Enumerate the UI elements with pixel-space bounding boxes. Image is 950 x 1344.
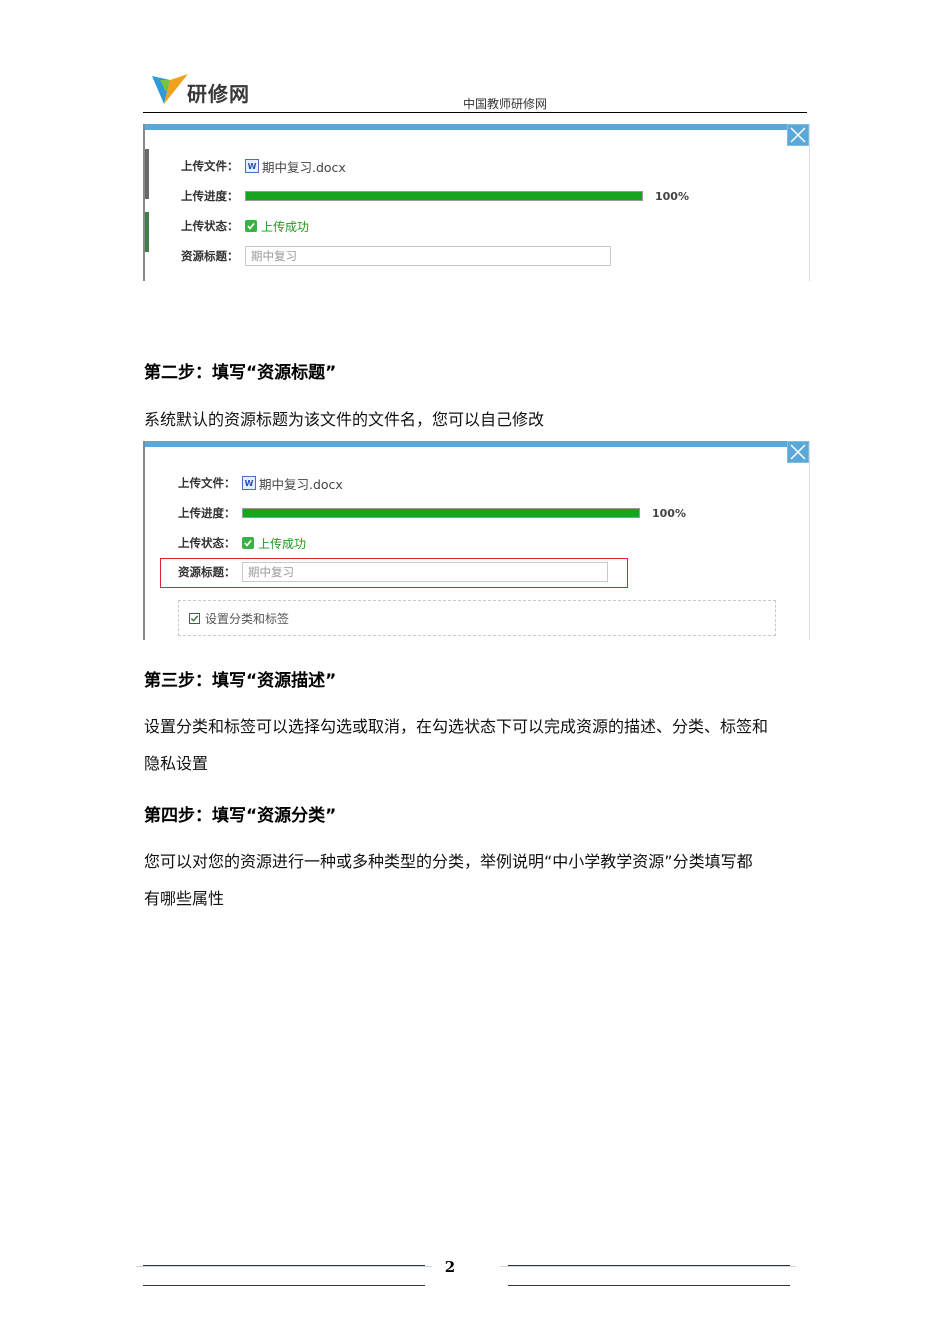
upload-panel-1: 上传文件： W 期中复习.docx 上传进度： 100% 上传状态： 上传成功 …	[143, 124, 810, 281]
close-icon	[790, 444, 806, 460]
footer-rule-accent	[500, 1266, 796, 1267]
progress-text: 100%	[652, 506, 686, 520]
upload-status-row: 上传状态： 上传成功	[181, 215, 309, 237]
upload-file-label: 上传文件：	[178, 476, 236, 490]
category-checkbox-row[interactable]: 设置分类和标签	[189, 607, 289, 629]
word-file-icon: W	[245, 159, 259, 173]
step2-heading: 第二步：填写“资源标题”	[144, 363, 337, 383]
upload-progress-row: 上传进度： 100%	[178, 502, 686, 524]
step3-line1: 设置分类和标签可以选择勾选或取消，在勾选状态下可以完成资源的描述、分类、标签和	[144, 717, 769, 736]
close-icon	[790, 127, 806, 143]
progress-text: 100%	[655, 189, 689, 203]
progress-bar	[245, 191, 643, 201]
footer-rule	[143, 1285, 425, 1286]
category-checkbox-label: 设置分类和标签	[205, 611, 290, 626]
step4-line1: 您可以对您的资源进行一种或多种类型的分类，举例说明“中小学教学资源”分类填写都	[144, 852, 753, 871]
sidebar-strip	[145, 212, 149, 252]
logo-text: 研修网	[187, 82, 250, 106]
step4-heading: 第四步：填写“资源分类”	[144, 806, 337, 826]
header-rule	[143, 112, 807, 113]
upload-file-row: 上传文件： W 期中复习.docx	[178, 472, 343, 494]
checkbox-checked-icon[interactable]	[189, 612, 200, 624]
status-text: 上传成功	[258, 536, 307, 551]
step4-line2: 有哪些属性	[144, 889, 225, 908]
upload-file-label: 上传文件：	[181, 159, 239, 173]
step2-text: 系统默认的资源标题为该文件的文件名，您可以自己修改	[144, 410, 545, 429]
upload-status-label: 上传状态：	[181, 219, 239, 233]
footer-rule	[143, 1265, 425, 1266]
progress-bar	[242, 508, 640, 518]
page-number: 2	[444, 1258, 456, 1276]
file-name: 期中复习.docx	[262, 159, 346, 175]
word-file-icon: W	[242, 476, 256, 490]
upload-status-row: 上传状态： 上传成功	[178, 532, 306, 554]
status-text: 上传成功	[261, 219, 310, 234]
upload-progress-row: 上传进度： 100%	[181, 185, 689, 207]
file-name: 期中复习.docx	[259, 476, 343, 492]
resource-title-label: 资源标题：	[181, 249, 239, 263]
progress-fill	[246, 192, 642, 200]
progress-fill	[243, 509, 639, 517]
check-icon	[245, 220, 257, 232]
resource-title-input[interactable]: 期中复习	[242, 562, 608, 582]
upload-status-label: 上传状态：	[178, 536, 236, 550]
resource-title-row: 资源标题： 期中复习	[178, 561, 608, 583]
step3-line2: 隐私设置	[144, 754, 209, 773]
close-button[interactable]	[787, 441, 809, 463]
resource-title-input[interactable]: 期中复习	[245, 246, 611, 266]
check-icon	[242, 537, 254, 549]
footer-rule	[508, 1285, 790, 1286]
panel-top-bar	[145, 441, 809, 447]
upload-progress-label: 上传进度：	[181, 189, 239, 203]
footer-rule	[508, 1265, 790, 1266]
resource-title-label: 资源标题：	[178, 565, 236, 579]
upload-panel-2: 上传文件： W 期中复习.docx 上传进度： 100% 上传状态： 上传成功 …	[143, 441, 810, 640]
resource-title-row: 资源标题： 期中复习	[181, 245, 611, 267]
step3-heading: 第三步：填写“资源描述”	[144, 671, 337, 691]
logo-icon	[152, 74, 188, 104]
header-title: 中国教师研修网	[463, 97, 548, 111]
upload-progress-label: 上传进度：	[178, 506, 236, 520]
sidebar-strip	[145, 149, 149, 199]
panel-top-bar	[145, 124, 809, 130]
upload-file-row: 上传文件： W 期中复习.docx	[181, 155, 346, 177]
close-button[interactable]	[787, 124, 809, 146]
footer-rule-accent	[136, 1266, 432, 1267]
